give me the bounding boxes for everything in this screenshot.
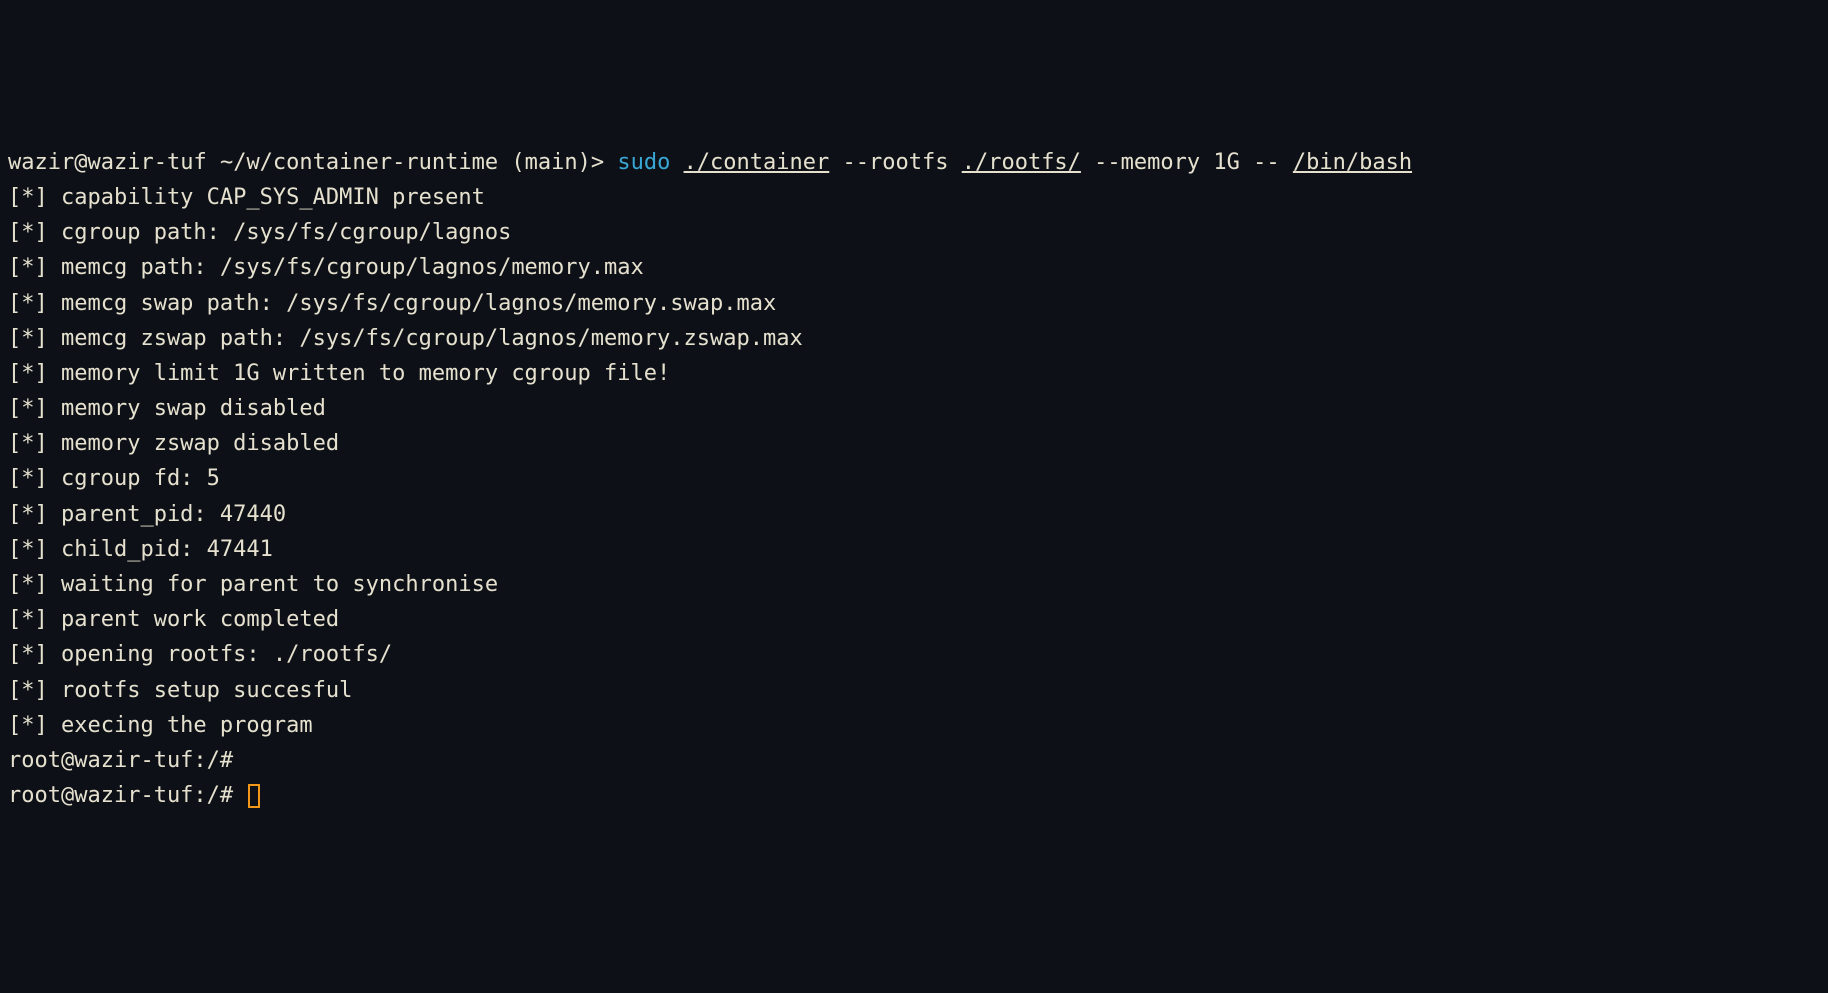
log-line: [*] cgroup path: /sys/fs/cgroup/lagnos [8, 220, 511, 245]
log-line: [*] memcg zswap path: /sys/fs/cgroup/lag… [8, 326, 803, 351]
space [670, 150, 683, 175]
log-line: [*] memory zswap disabled [8, 431, 339, 456]
prompt-branch: (main) [511, 150, 590, 175]
cmd-memory-flag: --memory 1G -- [1081, 150, 1293, 175]
inner-prompt: root@wazir-tuf:/# [8, 748, 233, 773]
log-line: [*] opening rootfs: ./rootfs/ [8, 642, 392, 667]
log-line: [*] memcg path: /sys/fs/cgroup/lagnos/me… [8, 255, 644, 280]
log-line: [*] execing the program [8, 713, 313, 738]
prompt-at: @ [74, 150, 87, 175]
log-line: [*] rootfs setup succesful [8, 678, 352, 703]
log-line: [*] cgroup fd: 5 [8, 466, 220, 491]
cmd-sudo: sudo [617, 150, 670, 175]
cmd-bin-bash: /bin/bash [1293, 150, 1412, 175]
log-line: [*] parent work completed [8, 607, 339, 632]
inner-prompt-active[interactable]: root@wazir-tuf:/# [8, 783, 246, 808]
cmd-rootfs-flag: --rootfs [829, 150, 961, 175]
log-line: [*] parent_pid: 47440 [8, 502, 286, 527]
log-line: [*] child_pid: 47441 [8, 537, 273, 562]
cursor-icon [248, 784, 260, 808]
prompt-user: wazir [8, 150, 74, 175]
log-line: [*] memcg swap path: /sys/fs/cgroup/lagn… [8, 291, 776, 316]
log-line: [*] memory swap disabled [8, 396, 326, 421]
terminal-output[interactable]: wazir@wazir-tuf ~/w/container-runtime (m… [8, 145, 1820, 814]
cmd-rootfs-path: ./rootfs/ [962, 150, 1081, 175]
prompt-sep: > [591, 150, 618, 175]
prompt-line: wazir@wazir-tuf ~/w/container-runtime (m… [8, 150, 1412, 175]
log-line: [*] waiting for parent to synchronise [8, 572, 498, 597]
prompt-path: ~/w/container-runtime [207, 150, 512, 175]
prompt-host: wazir-tuf [87, 150, 206, 175]
log-line: [*] memory limit 1G written to memory cg… [8, 361, 670, 386]
log-line: [*] capability CAP_SYS_ADMIN present [8, 185, 485, 210]
cmd-container: ./container [684, 150, 830, 175]
